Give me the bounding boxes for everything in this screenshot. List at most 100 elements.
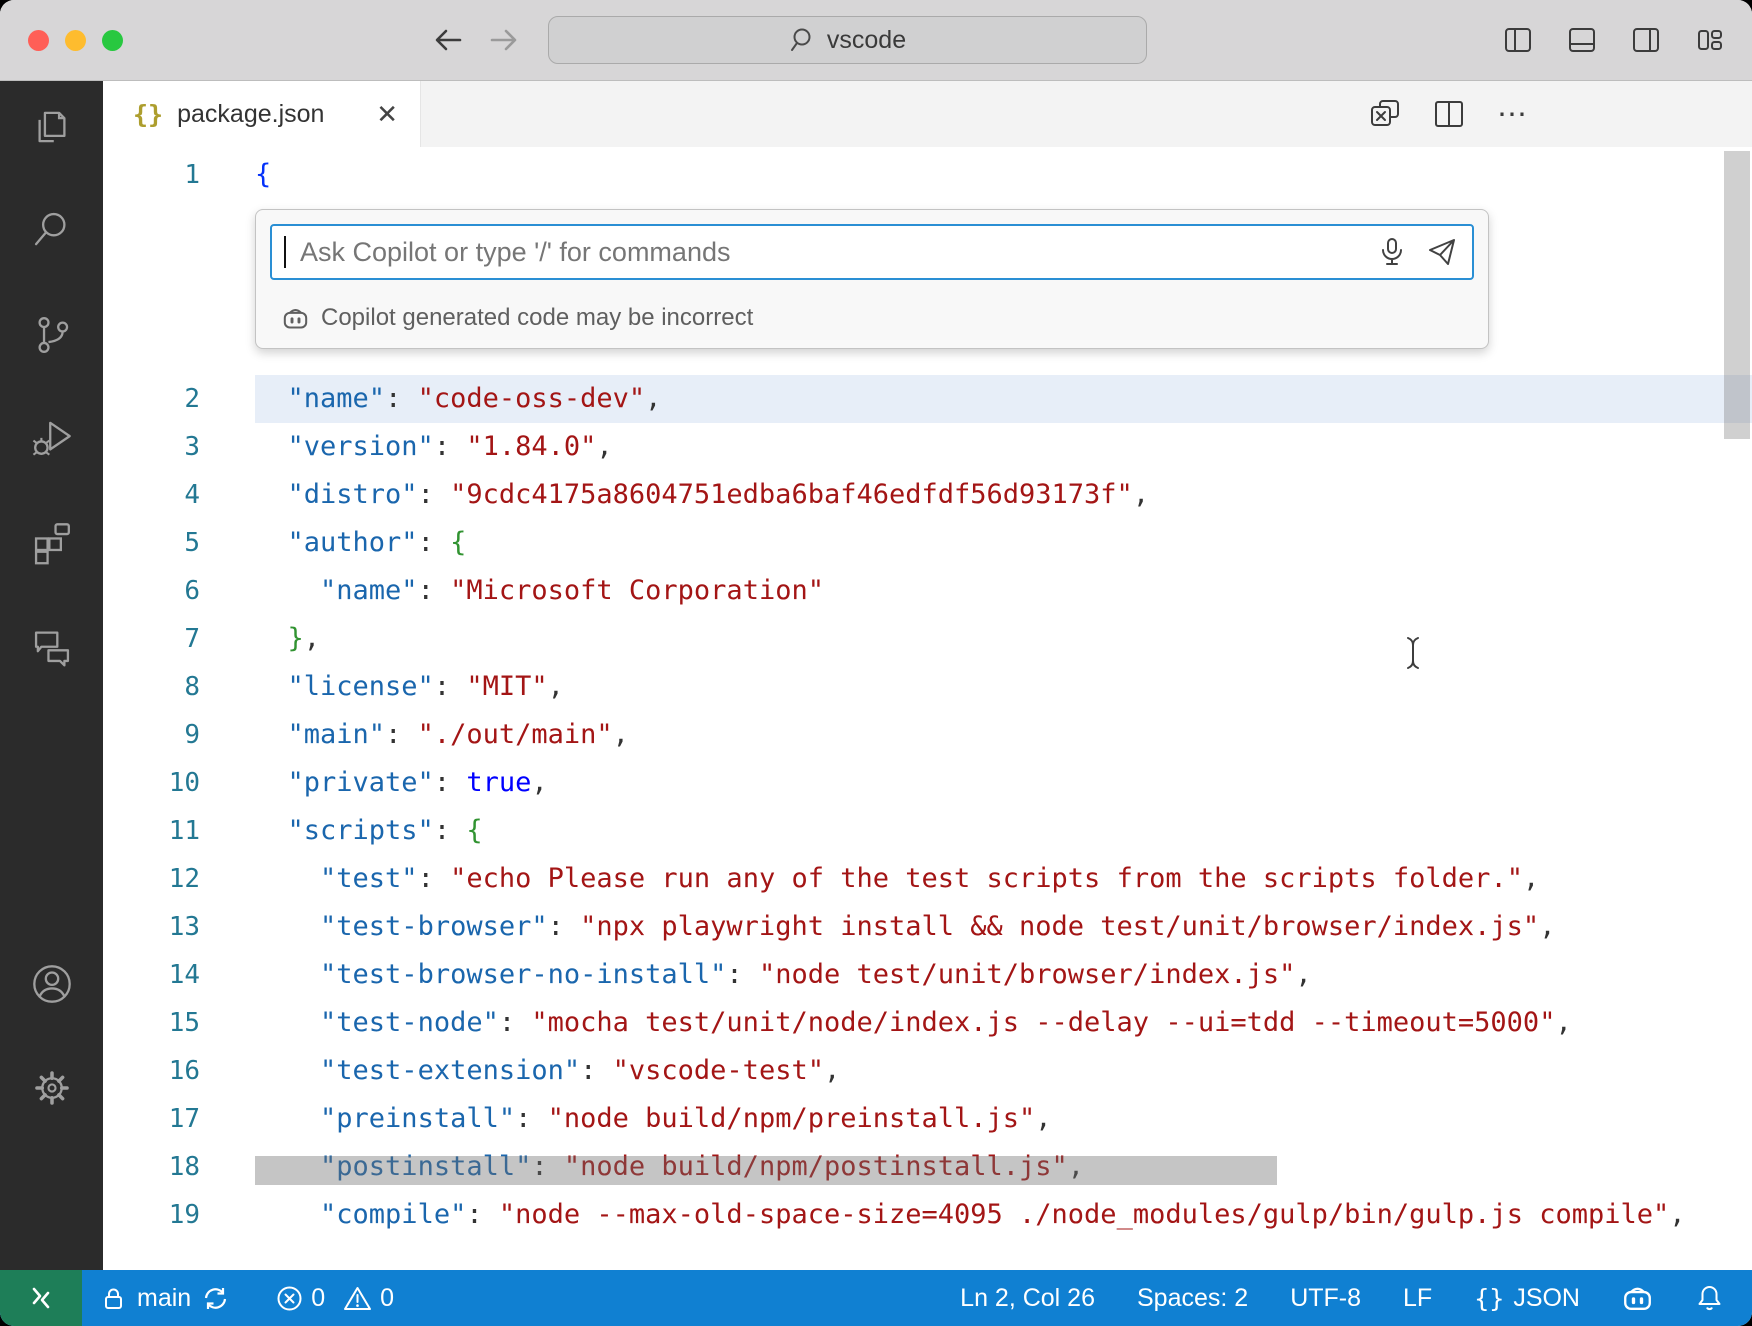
gutter-margin xyxy=(200,759,255,807)
error-count: 0 xyxy=(311,1284,325,1313)
command-center-search[interactable]: vscode xyxy=(548,16,1147,64)
more-actions-icon[interactable]: ⋯ xyxy=(1496,97,1530,131)
explorer-icon[interactable] xyxy=(27,102,77,152)
line-number: 14 xyxy=(103,951,200,999)
remote-indicator[interactable] xyxy=(0,1270,82,1326)
toggle-panel-icon[interactable] xyxy=(1564,22,1600,58)
code-line[interactable]: 8 "license": "MIT", xyxy=(103,663,1752,711)
tab-label: package.json xyxy=(177,100,324,129)
toggle-secondary-sidebar-icon[interactable] xyxy=(1628,22,1664,58)
code-line[interactable]: 6 "name": "Microsoft Corporation" xyxy=(103,567,1752,615)
code-line[interactable]: 2 "name": "code-oss-dev", xyxy=(103,375,1752,423)
code-text: "preinstall": "node build/npm/preinstall… xyxy=(255,1095,1752,1143)
line-number: 1 xyxy=(103,151,200,199)
line-number: 18 xyxy=(103,1143,200,1191)
settings-gear-icon[interactable] xyxy=(27,1063,77,1113)
code-line[interactable]: 4 "distro": "9cdc4175a8604751edba6baf46e… xyxy=(103,471,1752,519)
problems-indicator[interactable]: 0 0 xyxy=(276,1284,394,1313)
warning-count: 0 xyxy=(380,1284,394,1313)
gutter-margin xyxy=(200,999,255,1047)
tab-package-json[interactable]: {} package.json ✕ xyxy=(103,81,421,147)
code-text: "version": "1.84.0", xyxy=(255,423,1752,471)
gutter-margin xyxy=(200,423,255,471)
lock-icon xyxy=(100,1285,127,1312)
activity-bar xyxy=(0,81,103,1270)
split-editor-icon[interactable] xyxy=(1432,97,1466,131)
toggle-primary-sidebar-icon[interactable] xyxy=(1500,22,1536,58)
line-number: 10 xyxy=(103,759,200,807)
line-number: 5 xyxy=(103,519,200,567)
code-line[interactable]: 15 "test-node": "mocha test/unit/node/in… xyxy=(103,999,1752,1047)
zoom-window-button[interactable] xyxy=(102,30,123,51)
customize-layout-icon[interactable] xyxy=(1692,22,1728,58)
copilot-status-icon[interactable] xyxy=(1622,1283,1653,1314)
editor[interactable]: 1{ Ask Copilot or type '/' for commands xyxy=(103,147,1752,1270)
line-number: 6 xyxy=(103,567,200,615)
copilot-input[interactable]: Ask Copilot or type '/' for commands xyxy=(270,224,1474,280)
code-text: "compile": "node --max-old-space-size=40… xyxy=(255,1191,1752,1239)
horizontal-scrollbar-thumb[interactable] xyxy=(255,1156,1277,1185)
line-number: 9 xyxy=(103,711,200,759)
code-text: "distro": "9cdc4175a8604751edba6baf46edf… xyxy=(255,471,1752,519)
code-line[interactable]: 10 "private": true, xyxy=(103,759,1752,807)
source-control-icon[interactable] xyxy=(27,310,77,360)
encoding[interactable]: UTF-8 xyxy=(1290,1284,1361,1313)
code-line[interactable]: 1{ xyxy=(103,151,1752,199)
extensions-icon[interactable] xyxy=(27,517,77,567)
code-text: "scripts": { xyxy=(255,807,1752,855)
line-number: 16 xyxy=(103,1047,200,1095)
gutter-margin xyxy=(200,903,255,951)
code-line[interactable]: 13 "test-browser": "npx playwright insta… xyxy=(103,903,1752,951)
language-mode[interactable]: {} JSON xyxy=(1474,1284,1580,1313)
code-text: "private": true, xyxy=(255,759,1752,807)
notifications-bell-icon[interactable] xyxy=(1695,1284,1724,1313)
vertical-scrollbar-thumb[interactable] xyxy=(1724,151,1750,439)
line-number: 12 xyxy=(103,855,200,903)
code-line[interactable]: 16 "test-extension": "vscode-test", xyxy=(103,1047,1752,1095)
search-view-icon[interactable] xyxy=(27,205,77,255)
close-window-button[interactable] xyxy=(28,30,49,51)
tab-bar: {} package.json ✕ ⋯ xyxy=(103,81,1752,147)
forward-arrow-icon[interactable] xyxy=(486,22,522,58)
line-number: 3 xyxy=(103,423,200,471)
code-line[interactable]: 11 "scripts": { xyxy=(103,807,1752,855)
code-text: "test-node": "mocha test/unit/node/index… xyxy=(255,999,1752,1047)
chat-icon[interactable] xyxy=(27,620,77,670)
code-text: "name": "Microsoft Corporation" xyxy=(255,567,1752,615)
braces-icon: {} xyxy=(1474,1284,1504,1313)
json-file-icon: {} xyxy=(133,100,163,129)
branch-indicator[interactable]: main xyxy=(100,1284,230,1313)
gutter-margin xyxy=(200,1095,255,1143)
line-number: 13 xyxy=(103,903,200,951)
send-icon[interactable] xyxy=(1424,234,1460,270)
line-number: 19 xyxy=(103,1191,200,1239)
copilot-icon xyxy=(282,305,309,332)
gutter-margin xyxy=(200,711,255,759)
indentation[interactable]: Spaces: 2 xyxy=(1137,1284,1248,1313)
code-line[interactable]: 12 "test": "echo Please run any of the t… xyxy=(103,855,1752,903)
eol-sequence[interactable]: LF xyxy=(1403,1284,1432,1313)
accounts-icon[interactable] xyxy=(27,959,77,1009)
search-icon xyxy=(789,26,817,54)
line-number: 7 xyxy=(103,615,200,663)
back-arrow-icon[interactable] xyxy=(430,22,466,58)
close-tab-icon[interactable]: ✕ xyxy=(376,101,398,127)
code-line[interactable]: 14 "test-browser-no-install": "node test… xyxy=(103,951,1752,999)
cursor-position[interactable]: Ln 2, Col 26 xyxy=(960,1284,1095,1313)
code-line[interactable]: 9 "main": "./out/main", xyxy=(103,711,1752,759)
code-line[interactable]: 19 "compile": "node --max-old-space-size… xyxy=(103,1191,1752,1239)
code-line[interactable]: 7 }, xyxy=(103,615,1752,663)
code-line[interactable]: 17 "preinstall": "node build/npm/preinst… xyxy=(103,1095,1752,1143)
code-text: "test-browser-no-install": "node test/un… xyxy=(255,951,1752,999)
copilot-inline-chat: Ask Copilot or type '/' for commands Cop… xyxy=(255,209,1489,349)
run-and-debug-icon[interactable] xyxy=(27,412,77,462)
code-line[interactable]: 3 "version": "1.84.0", xyxy=(103,423,1752,471)
minimize-window-button[interactable] xyxy=(65,30,86,51)
close-all-editors-icon[interactable] xyxy=(1368,97,1402,131)
warning-icon xyxy=(343,1285,372,1312)
line-number: 11 xyxy=(103,807,200,855)
code-text: }, xyxy=(255,615,1752,663)
microphone-icon[interactable] xyxy=(1374,234,1410,270)
search-value: vscode xyxy=(827,26,906,55)
code-line[interactable]: 5 "author": { xyxy=(103,519,1752,567)
